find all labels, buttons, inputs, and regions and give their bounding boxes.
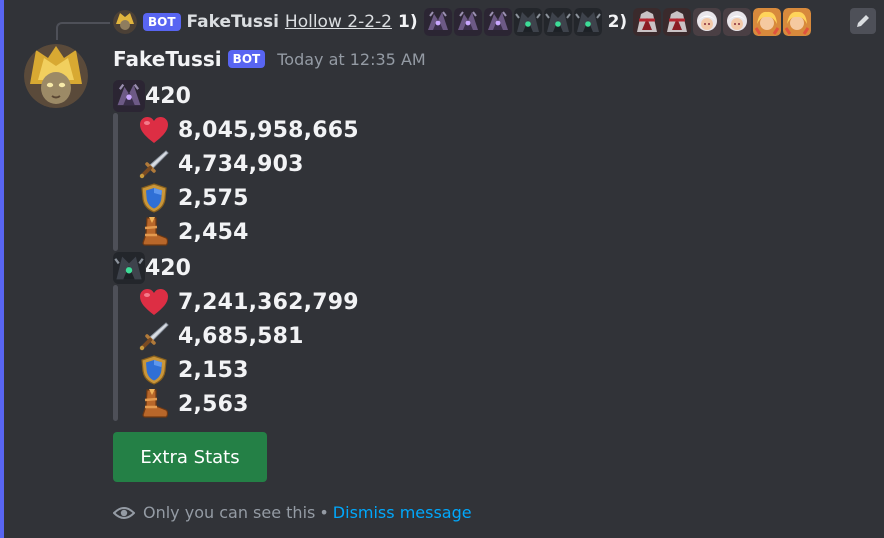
attack-value: 4,685,581 — [178, 323, 304, 349]
sword-icon — [137, 319, 171, 353]
white-hair-hero-icon — [723, 8, 751, 36]
hero-level: 420 — [145, 255, 191, 281]
reply-group1-emojis — [424, 8, 602, 36]
hero-stat-block: 420 8,045,958,665 4,734,903 2,575 2,454 — [113, 81, 359, 251]
dark-hero-icon — [424, 8, 452, 36]
shield-icon — [137, 181, 171, 215]
stat-row: 8,045,958,665 — [137, 113, 359, 147]
defense-value: 2,575 — [178, 185, 249, 211]
avatar[interactable] — [24, 44, 88, 108]
speed-value: 2,454 — [178, 219, 249, 245]
attack-value: 4,734,903 — [178, 151, 304, 177]
reply-username[interactable]: FakeTussi — [187, 12, 279, 32]
reply-bot-tag: BOT — [143, 13, 181, 31]
ephemeral-accent-bar — [0, 0, 4, 538]
ephemeral-text: Only you can see this — [143, 503, 316, 522]
extra-stats-button[interactable]: Extra Stats — [113, 432, 267, 482]
reply-preview[interactable]: BOT FakeTussi Hollow 2-2-2 1) 2) — [113, 9, 811, 35]
heart-icon — [137, 285, 171, 319]
speed-value: 2,563 — [178, 391, 249, 417]
heart-icon — [137, 113, 171, 147]
reply-command-link[interactable]: Hollow 2-2-2 — [285, 12, 392, 32]
hero-stat-block: 420 7,241,362,799 4,685,581 2,153 2,563 — [113, 253, 359, 421]
reply-group1-label: 1) — [397, 12, 418, 32]
eye-icon — [113, 506, 135, 519]
quote-bar — [113, 285, 118, 421]
dark-green-hero-icon — [113, 252, 145, 284]
stat-row: 4,685,581 — [137, 319, 304, 353]
quote-bar — [113, 113, 118, 251]
stat-row: 2,454 — [137, 215, 249, 249]
stat-row: 7,241,362,799 — [137, 285, 359, 319]
stat-row: 2,563 — [137, 387, 249, 421]
dark-hero-icon — [113, 80, 145, 112]
hero-heading: 420 — [113, 253, 191, 283]
hero-heading: 420 — [113, 81, 191, 111]
hp-value: 8,045,958,665 — [178, 117, 359, 143]
message-header: FakeTussi BOT Today at 12:35 AM — [113, 47, 426, 71]
dark-hero-icon — [484, 8, 512, 36]
dark-green-hero-icon — [514, 8, 542, 36]
reply-group2-emojis — [633, 8, 811, 36]
blonde-hero-icon — [753, 8, 781, 36]
reply-avatar[interactable] — [113, 10, 137, 34]
blonde-hero-icon — [783, 8, 811, 36]
timestamp[interactable]: Today at 12:35 AM — [277, 50, 425, 69]
red-armor-hero-icon — [663, 8, 691, 36]
boot-icon — [137, 215, 171, 249]
sword-icon — [137, 147, 171, 181]
pencil-icon[interactable] — [850, 8, 876, 34]
shield-icon — [137, 353, 171, 387]
reply-connector — [56, 22, 110, 40]
dark-hero-icon — [454, 8, 482, 36]
dark-green-hero-icon — [544, 8, 572, 36]
username[interactable]: FakeTussi — [113, 47, 222, 71]
white-hair-hero-icon — [693, 8, 721, 36]
red-armor-hero-icon — [633, 8, 661, 36]
hero-level: 420 — [145, 83, 191, 109]
stat-row: 2,153 — [137, 353, 249, 387]
defense-value: 2,153 — [178, 357, 249, 383]
stat-row: 2,575 — [137, 181, 249, 215]
hp-value: 7,241,362,799 — [178, 289, 359, 315]
reply-group2-label: 2) — [607, 12, 628, 32]
stat-row: 4,734,903 — [137, 147, 304, 181]
ephemeral-notice: Only you can see this • Dismiss message — [113, 503, 472, 522]
footer-separator: • — [319, 503, 329, 522]
dismiss-message-link[interactable]: Dismiss message — [333, 503, 472, 522]
boot-icon — [137, 387, 171, 421]
dark-green-hero-icon — [574, 8, 602, 36]
bot-tag: BOT — [227, 50, 266, 68]
